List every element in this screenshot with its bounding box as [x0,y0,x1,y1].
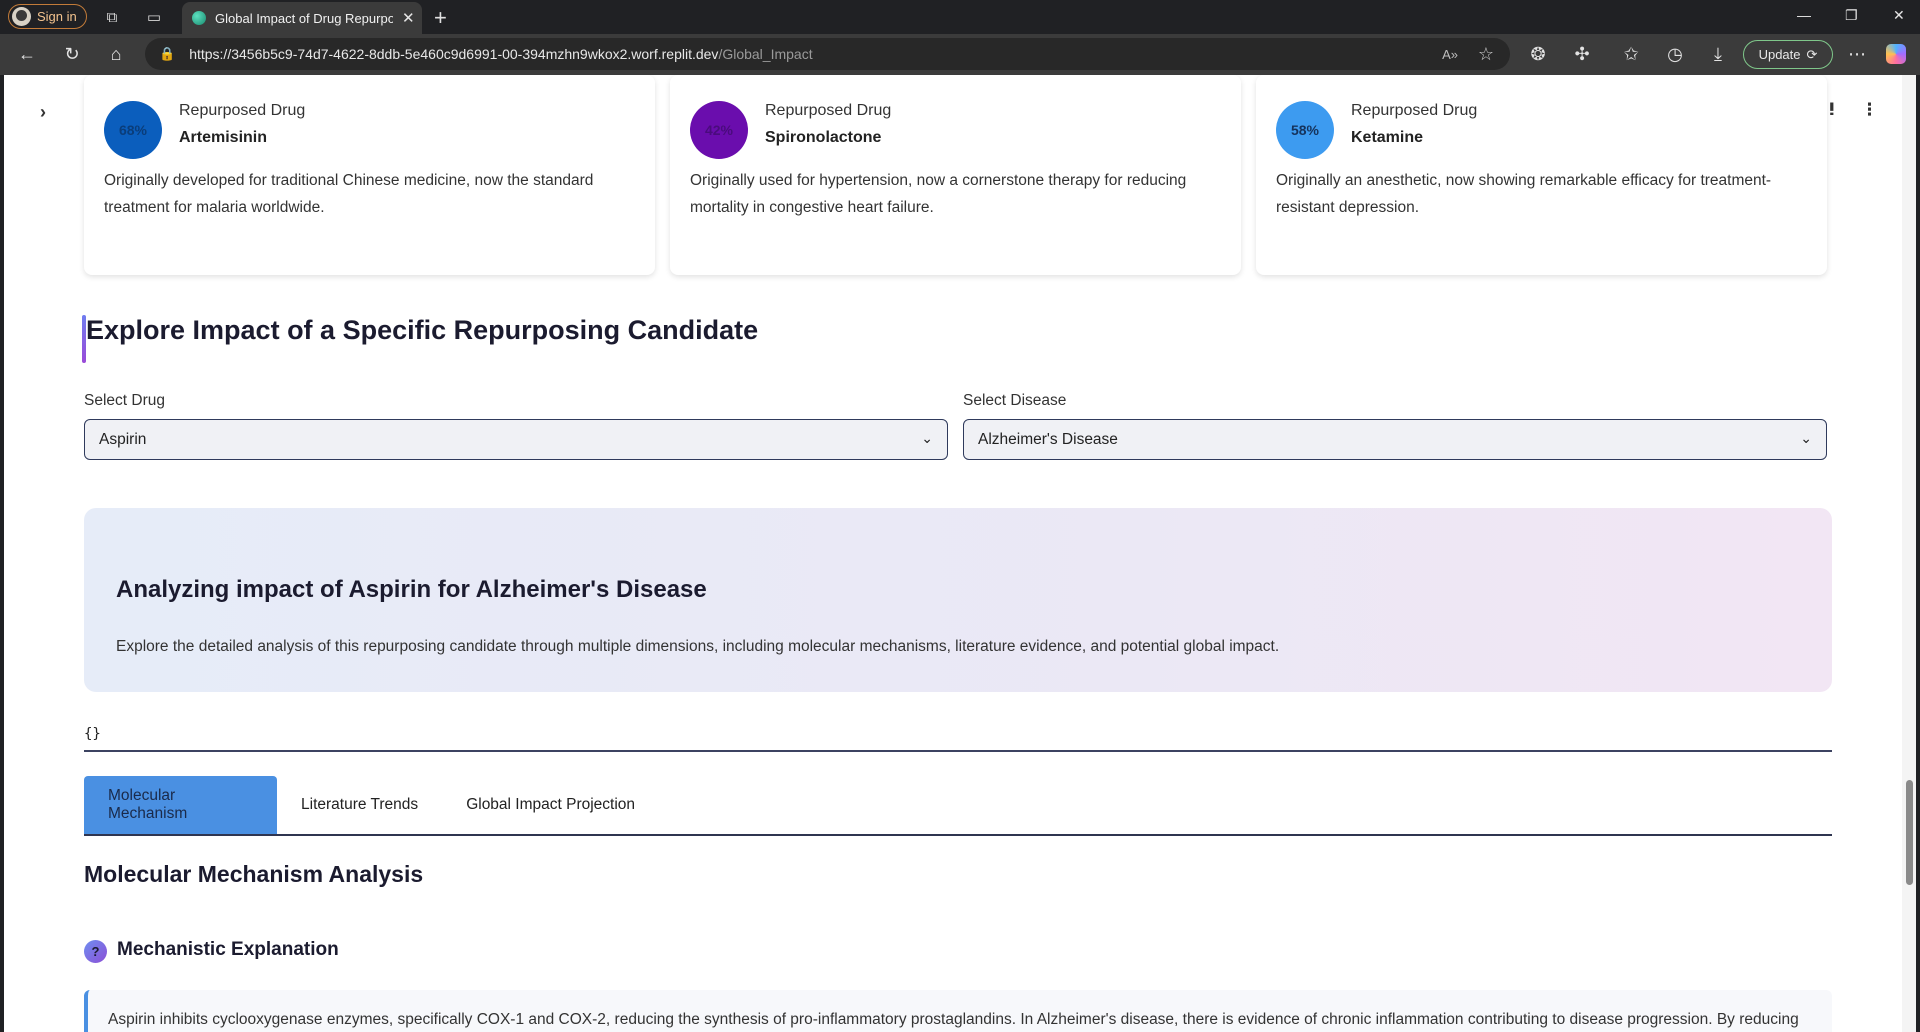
tab-literature-trends[interactable]: Literature Trends [277,776,442,834]
home-icon[interactable]: ⌂ [104,42,128,66]
mechanism-subtitle: Mechanistic Explanation [117,938,339,960]
drug-card-description: Originally developed for traditional Chi… [104,172,594,216]
url-main: https://3456b5c9-74d7-4622-8ddb-5e460c9d… [189,46,719,62]
app-menu-icon[interactable]: ⋮ [1861,100,1878,120]
new-tab-icon[interactable]: + [434,5,447,31]
drug-card: 42% Repurposed Drug Spironolactone Origi… [670,75,1241,275]
analysis-banner: Analyzing impact of Aspirin for Alzheime… [84,508,1832,692]
url-path: /Global_Impact [718,46,813,62]
section-heading: Explore Impact of a Specific Repurposing… [82,315,759,365]
drug-card-name: Spironolactone [765,129,882,146]
more-menu-icon[interactable]: ⋯ [1845,42,1869,66]
avatar [12,7,31,26]
drug-card-kind: Repurposed Drug [179,102,306,119]
success-rate-circle: 58% [1276,101,1334,159]
mechanism-explanation-text: Aspirin inhibits cyclooxygenase enzymes,… [108,1011,1799,1028]
disease-select-group: Select Disease Alzheimer's Disease ⌄ [963,392,1827,460]
update-button[interactable]: Update ⟳ [1743,40,1833,69]
update-status-icon: ⟳ [1806,46,1818,62]
history-icon[interactable]: ◷ [1663,42,1687,66]
tab-global-impact-projection[interactable]: Global Impact Projection [442,776,659,834]
drug-card-name: Ketamine [1351,129,1424,146]
analysis-title: Analyzing impact of Aspirin for Alzheime… [116,576,707,603]
question-icon: ? [84,940,107,963]
browser-toolbar: ← ↻ ⌂ 🔒 https://3456b5c9-74d7-4622-8ddb-… [0,34,1920,75]
sign-in-button[interactable]: Sign in [8,4,87,29]
restore-icon[interactable]: ❐ [1845,7,1858,24]
drug-select-value: Aspirin [99,430,147,448]
read-aloud-icon[interactable]: A» [1442,47,1458,62]
section-title-text: Explore Impact of a Specific Repurposing… [86,315,759,345]
sign-in-label: Sign in [37,9,77,24]
drug-card-description: Originally an anesthetic, now showing re… [1276,172,1772,216]
minimize-icon[interactable]: — [1797,7,1811,23]
close-tab-icon[interactable]: ✕ [402,9,415,27]
repurposed-drug-cards: 68% Repurposed Drug Artemisinin Original… [84,75,1832,275]
disease-select-value: Alzheimer's Disease [978,430,1118,448]
drug-select-group: Select Drug Aspirin ⌄ [84,392,948,460]
close-window-icon[interactable]: ✕ [1893,7,1905,24]
drug-card-description: Originally used for hypertension, now a … [690,172,1187,216]
drug-card-kind: Repurposed Drug [765,102,892,119]
drug-card-kind: Repurposed Drug [1351,102,1478,119]
copilot-icon[interactable] [1886,44,1906,64]
analysis-description: Explore the detailed analysis of this re… [116,638,1280,655]
tab-actions-icon[interactable]: ▭ [144,7,164,27]
json-output: {} [84,726,1832,752]
browser-tab-bar: Sign in ⧉ ▭ Global Impact of Drug Repurp… [0,0,1920,34]
address-bar[interactable]: 🔒 https://3456b5c9-74d7-4622-8ddb-5e460c… [145,38,1510,70]
tab-title: Global Impact of Drug Repurposi [215,10,393,26]
mechanism-subheading: ? Mechanistic Explanation [84,936,339,963]
mechanism-explanation-box: Aspirin inhibits cyclooxygenase enzymes,… [84,990,1832,1032]
drug-card: 58% Repurposed Drug Ketamine Originally … [1256,75,1827,275]
browser-tab-active[interactable]: Global Impact of Drug Repurposi ✕ [182,2,422,34]
success-rate-circle: 68% [104,101,162,159]
lock-icon[interactable]: 🔒 [159,46,175,62]
workspaces-icon[interactable]: ⧉ [102,7,122,27]
extensions-puzzle-icon[interactable]: ✣ [1570,42,1594,66]
url-text: https://3456b5c9-74d7-4622-8ddb-5e460c9d… [189,46,812,62]
chevron-down-icon: ⌄ [921,430,933,446]
downloads-icon[interactable]: ⤓ [1706,42,1730,66]
favorites-icon[interactable]: ✩ [1619,42,1643,66]
disease-select-label: Select Disease [963,392,1067,409]
scrollbar-thumb[interactable] [1906,780,1913,885]
page-scrollbar[interactable] [1902,75,1916,1032]
chevron-down-icon: ⌄ [1800,430,1812,446]
analysis-tabs: Molecular Mechanism Literature Trends Gl… [84,776,1832,836]
back-icon[interactable]: ← [15,42,39,66]
page-viewport: › ⵑ ⋮ 68% Repurposed Drug Artemisinin Or… [4,75,1916,1032]
drug-card: 68% Repurposed Drug Artemisinin Original… [84,75,655,275]
update-label: Update [1758,47,1801,62]
disease-select[interactable]: Alzheimer's Disease ⌄ [963,419,1827,460]
sidebar-expand-icon[interactable]: › [40,102,46,123]
extension-icon[interactable]: ❂ [1526,42,1550,66]
drug-select-label: Select Drug [84,392,165,409]
favorite-star-icon[interactable]: ☆ [1478,44,1494,65]
success-rate-circle: 42% [690,101,748,159]
mechanism-heading: Molecular Mechanism Analysis [84,861,424,887]
heading-accent-bar [82,315,86,363]
favicon-icon [192,11,206,25]
app-toolbar: ⵑ ⋮ [1829,100,1878,120]
drug-card-name: Artemisinin [179,129,268,146]
tab-molecular-mechanism[interactable]: Molecular Mechanism [84,776,277,834]
refresh-icon[interactable]: ↻ [60,42,84,66]
drug-select[interactable]: Aspirin ⌄ [84,419,948,460]
